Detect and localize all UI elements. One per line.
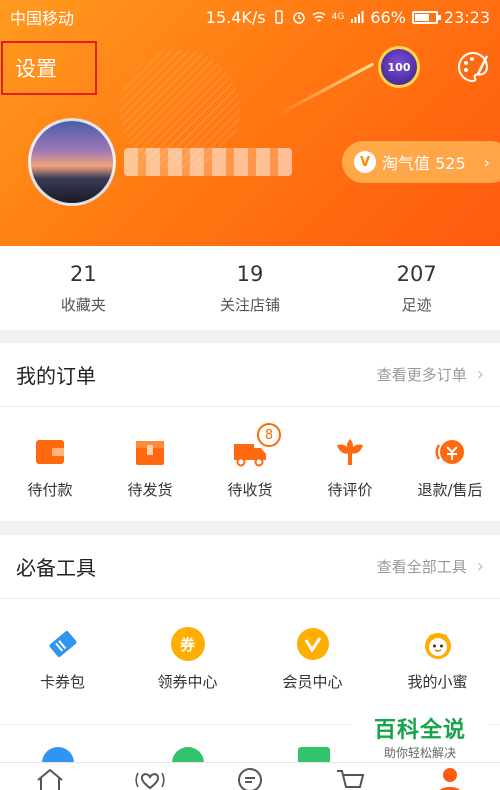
- watermark-subtitle: 助你轻松解决: [383, 745, 456, 760]
- assistant-icon: [424, 633, 451, 659]
- order-label: 待付款: [27, 481, 73, 499]
- stat-label: 关注店铺: [220, 295, 281, 314]
- nav-home[interactable]: [0, 763, 100, 790]
- signal-icon: [351, 11, 364, 23]
- palette-icon[interactable]: [456, 50, 490, 84]
- order-refund[interactable]: 退款/售后: [400, 435, 500, 500]
- tools-header: 必备工具 查看全部工具 ›: [0, 535, 500, 599]
- wallet-icon: [36, 440, 64, 464]
- settings-button[interactable]: 设置: [1, 41, 97, 95]
- nav-weitao[interactable]: [100, 763, 200, 790]
- order-label: 退款/售后: [417, 481, 483, 499]
- tool-label: 我的小蜜: [407, 673, 468, 691]
- nav-cart[interactable]: [300, 763, 400, 790]
- cart-icon: [337, 770, 365, 788]
- network-speed: 15.4K/s: [205, 7, 266, 27]
- unread-count-badge: 8: [257, 423, 281, 447]
- taoqi-label: 淘气值 525: [382, 154, 466, 173]
- stat-count: 207: [396, 261, 437, 286]
- tools-title: 必备工具: [16, 556, 96, 580]
- alarm-icon: [292, 12, 305, 24]
- watermark-logo: 百科全说 助你轻松解决: [350, 710, 490, 762]
- stats-bar: 21 收藏夹 19 关注店铺 207 足迹: [0, 246, 500, 330]
- battery-percent: 66%: [370, 7, 406, 27]
- message-icon: [238, 768, 262, 790]
- profile-header: 中国移动 15.4K/s 4G 66% 23:23 设置 100 V 淘气值 5…: [0, 0, 500, 246]
- wifi-icon: [312, 11, 326, 22]
- orders-more-label: 查看更多订单: [376, 366, 467, 384]
- stat-label: 收藏夹: [60, 295, 106, 314]
- stat-footprints[interactable]: 207 足迹: [333, 246, 500, 330]
- coupon-icon: 券: [170, 627, 205, 661]
- orders-title: 我的订单: [16, 364, 96, 388]
- taoqi-value-button[interactable]: V 淘气值 525 ›: [342, 141, 500, 183]
- tools-more-label: 查看全部工具: [376, 558, 467, 576]
- tool-my-assistant[interactable]: 我的小蜜: [375, 627, 500, 692]
- tools-section: 必备工具 查看全部工具 › 卡券包 券 领券中心 会员中心 我的小蜜: [0, 535, 500, 725]
- stat-label: 足迹: [401, 295, 432, 314]
- watermark-title: 百科全说: [373, 717, 466, 743]
- stat-count: 21: [69, 261, 97, 286]
- tool-label: 卡券包: [39, 673, 85, 691]
- network-type: 4G: [331, 12, 345, 22]
- tool-label: 会员中心: [282, 673, 343, 691]
- tool-coupon-center[interactable]: 券 领券中心: [125, 627, 250, 692]
- tools-more-link[interactable]: 查看全部工具 ›: [377, 556, 484, 577]
- username-blurred: [124, 148, 292, 176]
- order-label: 待收货: [227, 481, 273, 499]
- order-to-review[interactable]: 待评价: [300, 435, 400, 500]
- order-to-ship[interactable]: 待发货: [100, 435, 200, 500]
- settings-label: 设置: [15, 57, 57, 81]
- member-icon: [296, 628, 329, 660]
- tool-label: 领券中心: [157, 673, 218, 691]
- chevron-right-icon: ›: [476, 556, 484, 577]
- chevron-right-icon: ›: [483, 152, 491, 172]
- stat-count: 19: [236, 261, 264, 286]
- truck-icon-wrap: 8: [233, 423, 281, 469]
- flower-icon: [337, 439, 363, 465]
- stat-followed-shops[interactable]: 19 关注店铺: [167, 246, 334, 330]
- nav-messages[interactable]: [200, 763, 300, 790]
- stat-favorites[interactable]: 21 收藏夹: [0, 246, 167, 330]
- tools-grid: 卡券包 券 领券中心 会员中心 我的小蜜: [0, 599, 500, 692]
- ticket-icon: [48, 630, 77, 658]
- home-icon: [37, 768, 63, 790]
- carrier-name: 中国移动: [10, 9, 75, 28]
- user-icon: [440, 768, 460, 790]
- orders-header: 我的订单 查看更多订单 ›: [0, 343, 500, 407]
- orders-section: 我的订单 查看更多订单 › 待付款 待发货 8 待收货 待评价 退款/售后: [0, 343, 500, 521]
- decor-streak: [275, 62, 375, 117]
- heart-wave-icon: [135, 772, 165, 790]
- order-pending-payment[interactable]: 待付款: [0, 435, 100, 500]
- chevron-right-icon: ›: [476, 364, 484, 385]
- clock-time: 23:23: [443, 7, 490, 27]
- nav-me[interactable]: [400, 763, 500, 790]
- vibrate-icon: [274, 10, 283, 24]
- level-badge-label: 100: [387, 60, 411, 74]
- avatar[interactable]: [28, 118, 116, 206]
- order-label: 待评价: [327, 481, 373, 499]
- orders-grid: 待付款 待发货 8 待收货 待评价 退款/售后: [0, 407, 500, 500]
- battery-icon: [411, 10, 441, 24]
- v-icon: V: [354, 151, 376, 173]
- bottom-nav: [0, 762, 500, 790]
- refund-icon: [435, 440, 464, 464]
- order-to-receive[interactable]: 8 待收货: [200, 423, 300, 500]
- order-label: 待发货: [127, 481, 173, 499]
- package-icon: [136, 441, 164, 465]
- orders-more-link[interactable]: 查看更多订单 ›: [377, 364, 484, 385]
- status-bar: 中国移动 15.4K/s 4G 66% 23:23: [0, 0, 500, 34]
- tool-card-wallet[interactable]: 卡券包: [0, 627, 125, 692]
- tool-member-center[interactable]: 会员中心: [250, 627, 375, 692]
- level-badge-icon[interactable]: 100: [378, 46, 420, 88]
